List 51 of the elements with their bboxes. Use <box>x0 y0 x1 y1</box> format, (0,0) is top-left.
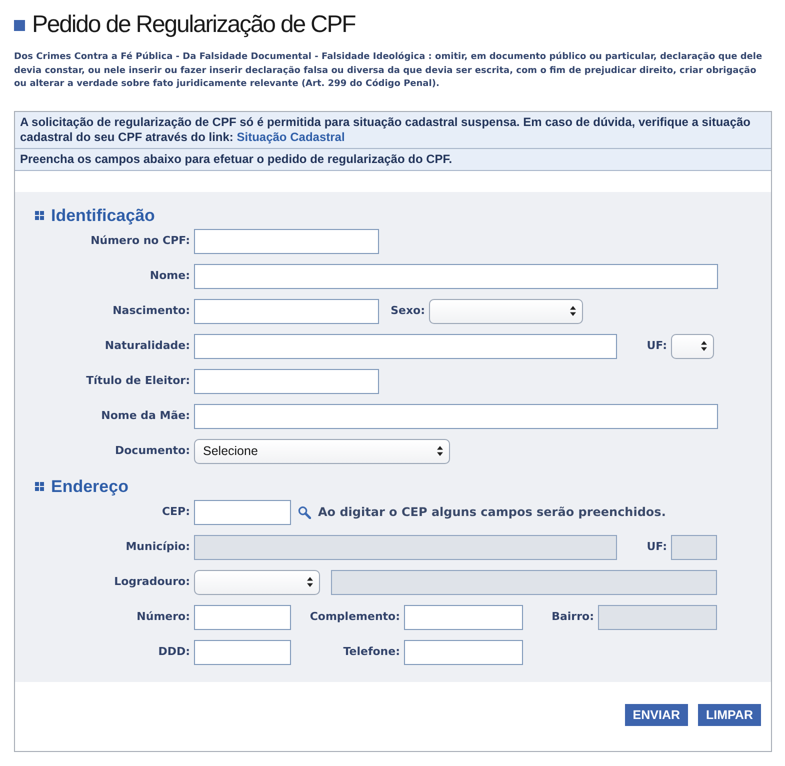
notice-text: Preencha os campos abaixo para efetuar o pedido de regularização do CPF. <box>20 152 454 166</box>
send-button[interactable]: ENVIAR <box>624 704 688 726</box>
section-heading: Endereço <box>51 476 128 496</box>
input-field[interactable] <box>194 500 291 524</box>
field-label: Naturalidade: <box>104 339 190 353</box>
page-title: Pedido de Regularização de CPF <box>32 10 356 40</box>
updown-arrows-icon <box>570 306 576 316</box>
field-label: Nome da Mãe: <box>100 409 190 423</box>
select-field[interactable] <box>671 334 714 358</box>
input-field[interactable] <box>194 298 379 324</box>
search-icon <box>298 506 311 518</box>
input-field[interactable] <box>404 640 523 664</box>
field-label: CEP: <box>160 505 190 519</box>
hint-text: Ao digitar o CEP alguns campos serão preenchidos. <box>318 504 666 520</box>
field-label: DDD: <box>157 645 190 659</box>
field-label: Bairro: <box>550 610 594 624</box>
field-label: Número no CPF: <box>90 234 190 248</box>
input-field[interactable] <box>404 604 523 630</box>
clear-button[interactable]: LIMPAR <box>698 704 761 726</box>
field-label: Logradouro: <box>113 575 190 589</box>
legal-notice-text: Dos Crimes Contra a Fé Pública - Da Falsidade Documental - Falsidade Ideológica : omitir, em documento público ou particular, declaração que dele devia constar, ou nele inserir ou fazer inserir declaração falsa ou diversa da que devia ser escrita, com o fim de prejudicar direito, criar obrigação ou alterar a verdade sobre fato juridicamente relevante (Art. 299 do Código Penal). <box>14 51 764 91</box>
updown-arrows-icon <box>437 446 443 456</box>
input-field[interactable] <box>194 640 291 664</box>
field-label: UF: <box>646 339 667 353</box>
input-field[interactable] <box>194 404 718 428</box>
grid-icon <box>35 482 44 491</box>
select-field[interactable] <box>429 298 583 324</box>
section-heading: Identificação <box>51 206 155 226</box>
field-label: UF: <box>646 540 667 554</box>
updown-arrows-icon <box>307 577 313 587</box>
field-label: Complemento: <box>308 610 400 624</box>
field-label: Município: <box>124 540 190 554</box>
status-link[interactable]: Situação Cadastral <box>236 130 345 144</box>
input-field[interactable] <box>194 604 291 630</box>
field-label: Número: <box>136 610 190 624</box>
notice-text: A solicitação de regularização de CPF só é permitida para situação cadastral suspensa. Em caso de dúvida, verifique a situação cadastral do seu CPF através do link: Situação Cadastral <box>20 114 752 144</box>
square-bullet-icon <box>14 20 25 30</box>
field-label: Sexo: <box>390 304 425 318</box>
select-field[interactable]: Selecione <box>194 438 450 464</box>
grid-icon <box>35 211 44 220</box>
field-label: Documento: <box>114 444 190 458</box>
select-field[interactable] <box>194 570 320 594</box>
input-field[interactable] <box>194 264 718 288</box>
updown-arrows-icon <box>701 341 707 351</box>
field-label: Título de Eleitor: <box>85 374 190 388</box>
input-field[interactable] <box>194 368 379 394</box>
field-label: Nome: <box>148 269 190 283</box>
field-label: Nascimento: <box>112 304 190 318</box>
field-label: Telefone: <box>342 645 400 659</box>
input-field[interactable] <box>194 228 379 254</box>
input-field[interactable] <box>194 334 617 358</box>
